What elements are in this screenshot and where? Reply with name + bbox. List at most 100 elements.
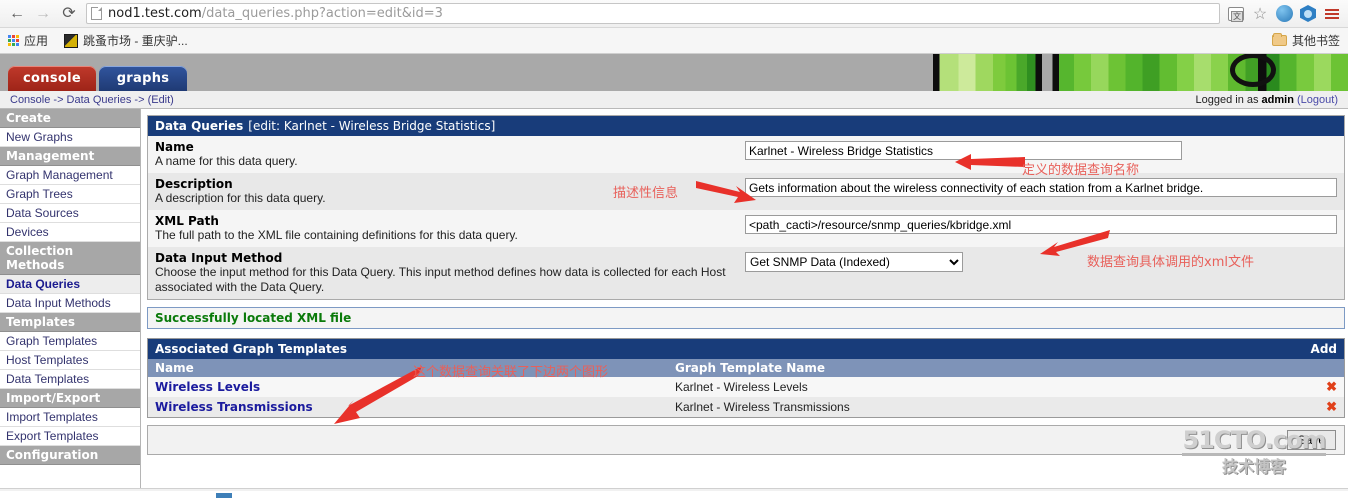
table-row[interactable]: Wireless Levels Karlnet - Wireless Level…: [148, 377, 1344, 397]
field-title-data-input-method: Data Input Method: [155, 251, 283, 265]
field-control-description: [745, 177, 1337, 197]
page-bottom: [0, 488, 1348, 500]
sidebar-item-devices[interactable]: Devices: [0, 223, 140, 242]
field-row-xml-path: XML Path The full path to the XML file c…: [148, 210, 1344, 247]
delete-icon[interactable]: ✖: [1326, 379, 1337, 394]
reload-icon[interactable]: ⟳: [56, 2, 82, 26]
table-header-row: Name Graph Template Name: [148, 359, 1344, 377]
forward-arrow-icon[interactable]: →: [30, 2, 56, 26]
annotation-arrow-name: [955, 154, 1025, 170]
cacti-logo-graphic: [920, 54, 1348, 91]
extension-shield-icon[interactable]: [1297, 3, 1319, 25]
status-message: Successfully located XML file: [155, 311, 352, 325]
sidebar-head-import-export: Import/Export: [0, 389, 140, 408]
sidebar-head-configuration: Configuration: [0, 446, 140, 465]
tab-console[interactable]: console: [8, 66, 96, 91]
cell-graph-template-name: Karlnet - Wireless Levels: [668, 377, 1320, 397]
sidebar: Create New Graphs Management Graph Manag…: [0, 109, 141, 500]
cacti-page: console graphs Console -> Data Queries -…: [0, 54, 1348, 500]
address-bar[interactable]: nod1.test.com/data_queries.php?action=ed…: [86, 3, 1220, 24]
field-label-name: Name A name for this data query.: [155, 140, 745, 169]
field-desc-data-input-method: Choose the input method for this Data Qu…: [155, 265, 726, 294]
cacti-banner: console graphs: [0, 54, 1348, 91]
chrome-menu-icon[interactable]: [1321, 3, 1343, 25]
sidebar-head-create: Create: [0, 109, 140, 128]
login-username: admin: [1261, 93, 1294, 106]
logout-link[interactable]: (Logout): [1297, 94, 1338, 106]
apps-grid-icon: [8, 35, 19, 46]
save-bar: Save: [147, 425, 1345, 455]
sidebar-head-management: Management: [0, 147, 140, 166]
sidebar-item-graph-trees[interactable]: Graph Trees: [0, 185, 140, 204]
form-panel-title-text: Data Queries: [155, 119, 244, 133]
sidebar-item-graph-management[interactable]: Graph Management: [0, 166, 140, 185]
associated-graph-templates-panel: Associated Graph Templates Add Name Grap…: [147, 338, 1345, 418]
graph-templates-table: Name Graph Template Name Wireless Levels…: [148, 359, 1344, 417]
graph-template-link[interactable]: Wireless Levels: [155, 380, 260, 394]
field-title-xml-path: XML Path: [155, 214, 219, 228]
sidebar-item-import-templates[interactable]: Import Templates: [0, 408, 140, 427]
apps-shortcut[interactable]: 应用: [8, 32, 48, 49]
sidebar-item-data-templates[interactable]: Data Templates: [0, 370, 140, 389]
url-path: /data_queries.php?action=edit&id=3: [201, 6, 443, 21]
bookmark-label: 跳蚤市场 - 重庆驴...: [83, 34, 188, 48]
other-bookmarks-label: 其他书签: [1291, 34, 1340, 48]
field-control-name: [745, 140, 1337, 160]
sidebar-head-collection-methods: Collection Methods: [0, 242, 140, 275]
browser-status-strip: [0, 488, 1348, 491]
url-text: nod1.test.com/data_queries.php?action=ed…: [108, 6, 443, 21]
other-bookmarks-folder[interactable]: 其他书签: [1271, 32, 1340, 49]
browser-toolbar: ← → ⟳ nod1.test.com/data_queries.php?act…: [0, 0, 1348, 28]
field-desc-xml-path: The full path to the XML file containing…: [155, 228, 518, 242]
bookmark-star-icon[interactable]: ☆: [1249, 3, 1271, 25]
sidebar-item-data-sources[interactable]: Data Sources: [0, 204, 140, 223]
save-button[interactable]: Save: [1286, 430, 1336, 450]
extension-search-icon[interactable]: [1273, 3, 1295, 25]
add-graph-template-link[interactable]: Add: [1311, 342, 1337, 356]
data-query-form-panel: Data Queries [edit: Karlnet - Wireless B…: [147, 115, 1345, 300]
graph-templates-panel-title: Associated Graph Templates Add: [148, 339, 1344, 359]
description-input[interactable]: [745, 178, 1337, 197]
annotation-table-text: 这个数据查询关联了下边两个图形: [413, 365, 609, 380]
cell-graph-template-name: Karlnet - Wireless Transmissions: [668, 397, 1320, 417]
sidebar-item-host-templates[interactable]: Host Templates: [0, 351, 140, 370]
sidebar-item-graph-templates[interactable]: Graph Templates: [0, 332, 140, 351]
sidebar-item-new-graphs[interactable]: New Graphs: [0, 128, 140, 147]
folder-icon: [1271, 33, 1287, 46]
translate-icon[interactable]: [1225, 3, 1247, 25]
sidebar-item-export-templates[interactable]: Export Templates: [0, 427, 140, 446]
bookmark-favicon-icon: [64, 33, 79, 48]
field-label-data-input-method: Data Input Method Choose the input metho…: [155, 251, 745, 295]
sidebar-item-data-input-methods[interactable]: Data Input Methods: [0, 294, 140, 313]
data-input-method-select[interactable]: Get SNMP Data (Indexed): [745, 252, 963, 272]
field-desc-name: A name for this data query.: [155, 154, 298, 168]
form-panel-title: Data Queries [edit: Karlnet - Wireless B…: [148, 116, 1344, 136]
cell-delete: ✖: [1319, 377, 1344, 397]
apps-label: 应用: [24, 34, 49, 48]
sidebar-item-data-queries[interactable]: Data Queries: [0, 275, 140, 294]
cacti-logo-ring: [1230, 54, 1276, 87]
back-arrow-icon[interactable]: ←: [4, 2, 30, 26]
column-header-graph-template-name[interactable]: Graph Template Name: [668, 359, 1320, 377]
annotation-arrow-graph-templates: [334, 366, 422, 424]
page-loading-chip: [216, 493, 232, 498]
cell-delete: ✖: [1319, 397, 1344, 417]
main-content: Data Queries [edit: Karlnet - Wireless B…: [141, 109, 1348, 500]
annotation-arrow-description: [696, 181, 756, 203]
browser-chrome: ← → ⟳ nod1.test.com/data_queries.php?act…: [0, 0, 1348, 54]
delete-icon[interactable]: ✖: [1326, 399, 1337, 414]
annotation-name-text: 定义的数据查询名称: [1022, 163, 1140, 178]
form-panel-subtitle: [edit: Karlnet - Wireless Bridge Statist…: [248, 119, 496, 133]
cacti-tabs: console graphs: [8, 66, 187, 91]
tab-graphs[interactable]: graphs: [99, 66, 187, 91]
page-document-icon: [91, 7, 102, 20]
graph-template-link[interactable]: Wireless Transmissions: [155, 400, 313, 414]
field-label-xml-path: XML Path The full path to the XML file c…: [155, 214, 745, 243]
breadcrumb[interactable]: Console -> Data Queries -> (Edit): [10, 94, 174, 106]
login-bar: Console -> Data Queries -> (Edit) Logged…: [0, 91, 1348, 109]
table-row[interactable]: Wireless Transmissions Karlnet - Wireles…: [148, 397, 1344, 417]
bookmark-item[interactable]: 跳蚤市场 - 重庆驴...: [64, 32, 188, 49]
page-columns: Create New Graphs Management Graph Manag…: [0, 109, 1348, 500]
login-prefix: Logged in as: [1195, 93, 1259, 106]
graph-templates-title-text: Associated Graph Templates: [155, 342, 348, 356]
